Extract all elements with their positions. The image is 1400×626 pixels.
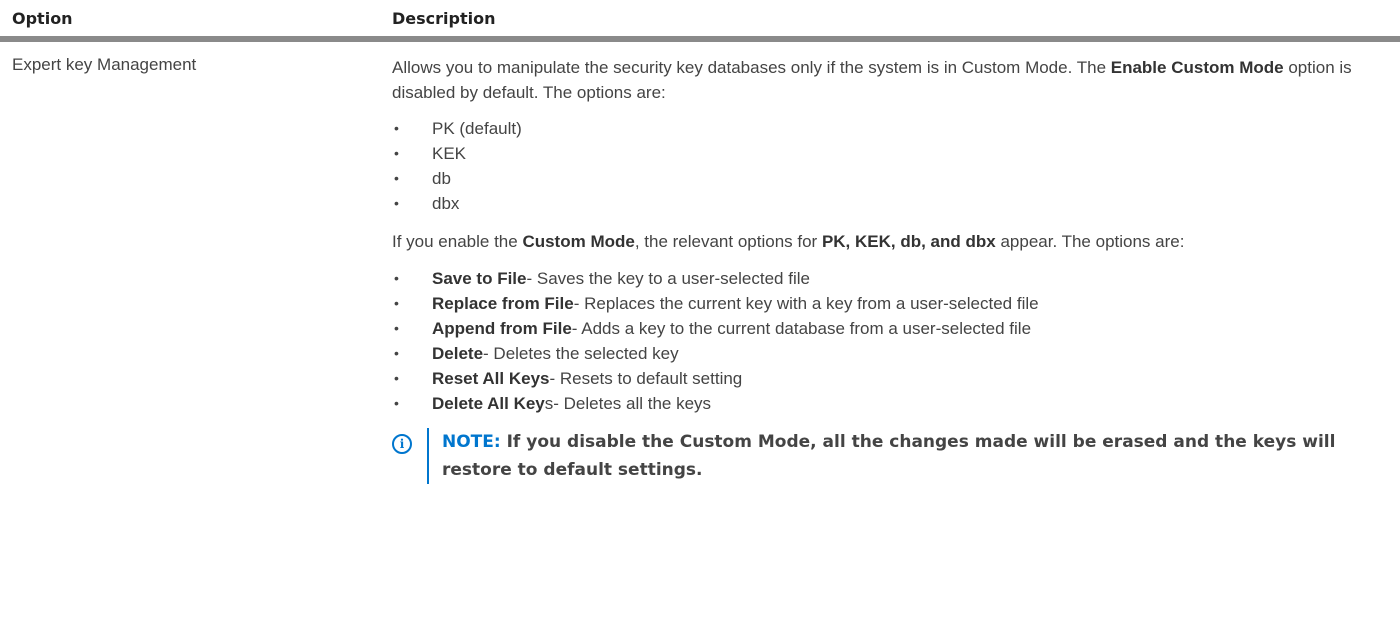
bullet-icon: • — [394, 195, 399, 211]
bullet-icon: • — [394, 320, 399, 336]
list-item: • PK (default) — [392, 116, 1382, 141]
action-desc: - Resets to default setting — [549, 369, 743, 388]
list-item: • Reset All Keys- Resets to default setti… — [392, 366, 1382, 391]
action-name: Delete All Key — [432, 394, 545, 413]
list-item: • Delete- Deletes the selected key — [392, 341, 1382, 366]
note-label: NOTE: — [442, 432, 501, 452]
custom-bold-1: Custom Mode — [522, 232, 635, 251]
action-name: Reset All Keys — [432, 369, 550, 388]
custom-bold-2: PK, KEK, db, and dbx — [821, 232, 996, 251]
list-item: • Append from File- Adds a key to the cur… — [392, 316, 1382, 341]
bullet-icon: • — [394, 345, 399, 361]
list-item-label: db — [432, 169, 451, 188]
list-item-label: PK (default) — [432, 119, 522, 138]
action-desc: s- Deletes all the keys — [544, 394, 712, 413]
intro-paragraph: Allows you to manipulate the security ke… — [392, 55, 1382, 105]
bullet-icon: • — [394, 295, 399, 311]
note-divider — [427, 428, 429, 484]
bullet-icon: • — [394, 120, 399, 136]
intro-text-1: Allows you to manipulate the security ke… — [392, 58, 1111, 77]
table-header: Option Description — [0, 0, 1400, 42]
action-name: Delete — [432, 344, 484, 363]
action-list: • Save to File- Saves the key to a user-s… — [392, 266, 1382, 416]
custom-mode-paragraph: If you enable the Custom Mode, the relev… — [392, 229, 1382, 254]
intro-bold-1: Enable Custom Mode — [1110, 58, 1284, 77]
note-text: NOTE: If you disable the Custom Mode, al… — [442, 428, 1382, 484]
note-callout: i NOTE: If you disable the Custom Mode, … — [392, 428, 1382, 484]
bullet-icon: • — [394, 270, 399, 286]
action-name: Append from File — [432, 319, 572, 338]
list-item: • KEK — [392, 141, 1382, 166]
key-list: • PK (default) • KEK • db • dbx — [392, 116, 1382, 216]
list-item-label: KEK — [432, 144, 467, 163]
list-item: • Delete All Keys- Deletes all the keys — [392, 391, 1382, 416]
list-item: • Replace from File- Replaces the current… — [392, 291, 1382, 316]
action-name: Replace from File — [432, 294, 574, 313]
action-desc: - Deletes the selected key — [483, 344, 679, 363]
custom-text-3: appear. The options are: — [995, 232, 1185, 251]
list-item-label: dbx — [432, 194, 460, 213]
list-item: • Save to File- Saves the key to a user-s… — [392, 266, 1382, 291]
option-description: Allows you to manipulate the security ke… — [392, 55, 1382, 484]
column-header-option: Option — [12, 9, 73, 28]
action-desc: - Adds a key to the current database fro… — [571, 319, 1032, 338]
column-header-description: Description — [392, 9, 496, 28]
custom-text-2: , the relevant options for — [634, 232, 822, 251]
action-name: Save to File — [432, 269, 527, 288]
action-desc: - Replaces the current key with a key fr… — [573, 294, 1039, 313]
custom-text-1: If you enable the — [392, 232, 523, 251]
list-item: • dbx — [392, 191, 1382, 216]
bullet-icon: • — [394, 145, 399, 161]
option-name: Expert key Management — [12, 55, 197, 74]
note-body: If you disable the Custom Mode, all the … — [442, 432, 1336, 480]
list-item: • db — [392, 166, 1382, 191]
bullet-icon: • — [394, 170, 399, 186]
bullet-icon: • — [394, 370, 399, 386]
action-desc: - Saves the key to a user-selected file — [526, 269, 810, 288]
bullet-icon: • — [394, 395, 399, 411]
info-icon: i — [392, 434, 412, 454]
